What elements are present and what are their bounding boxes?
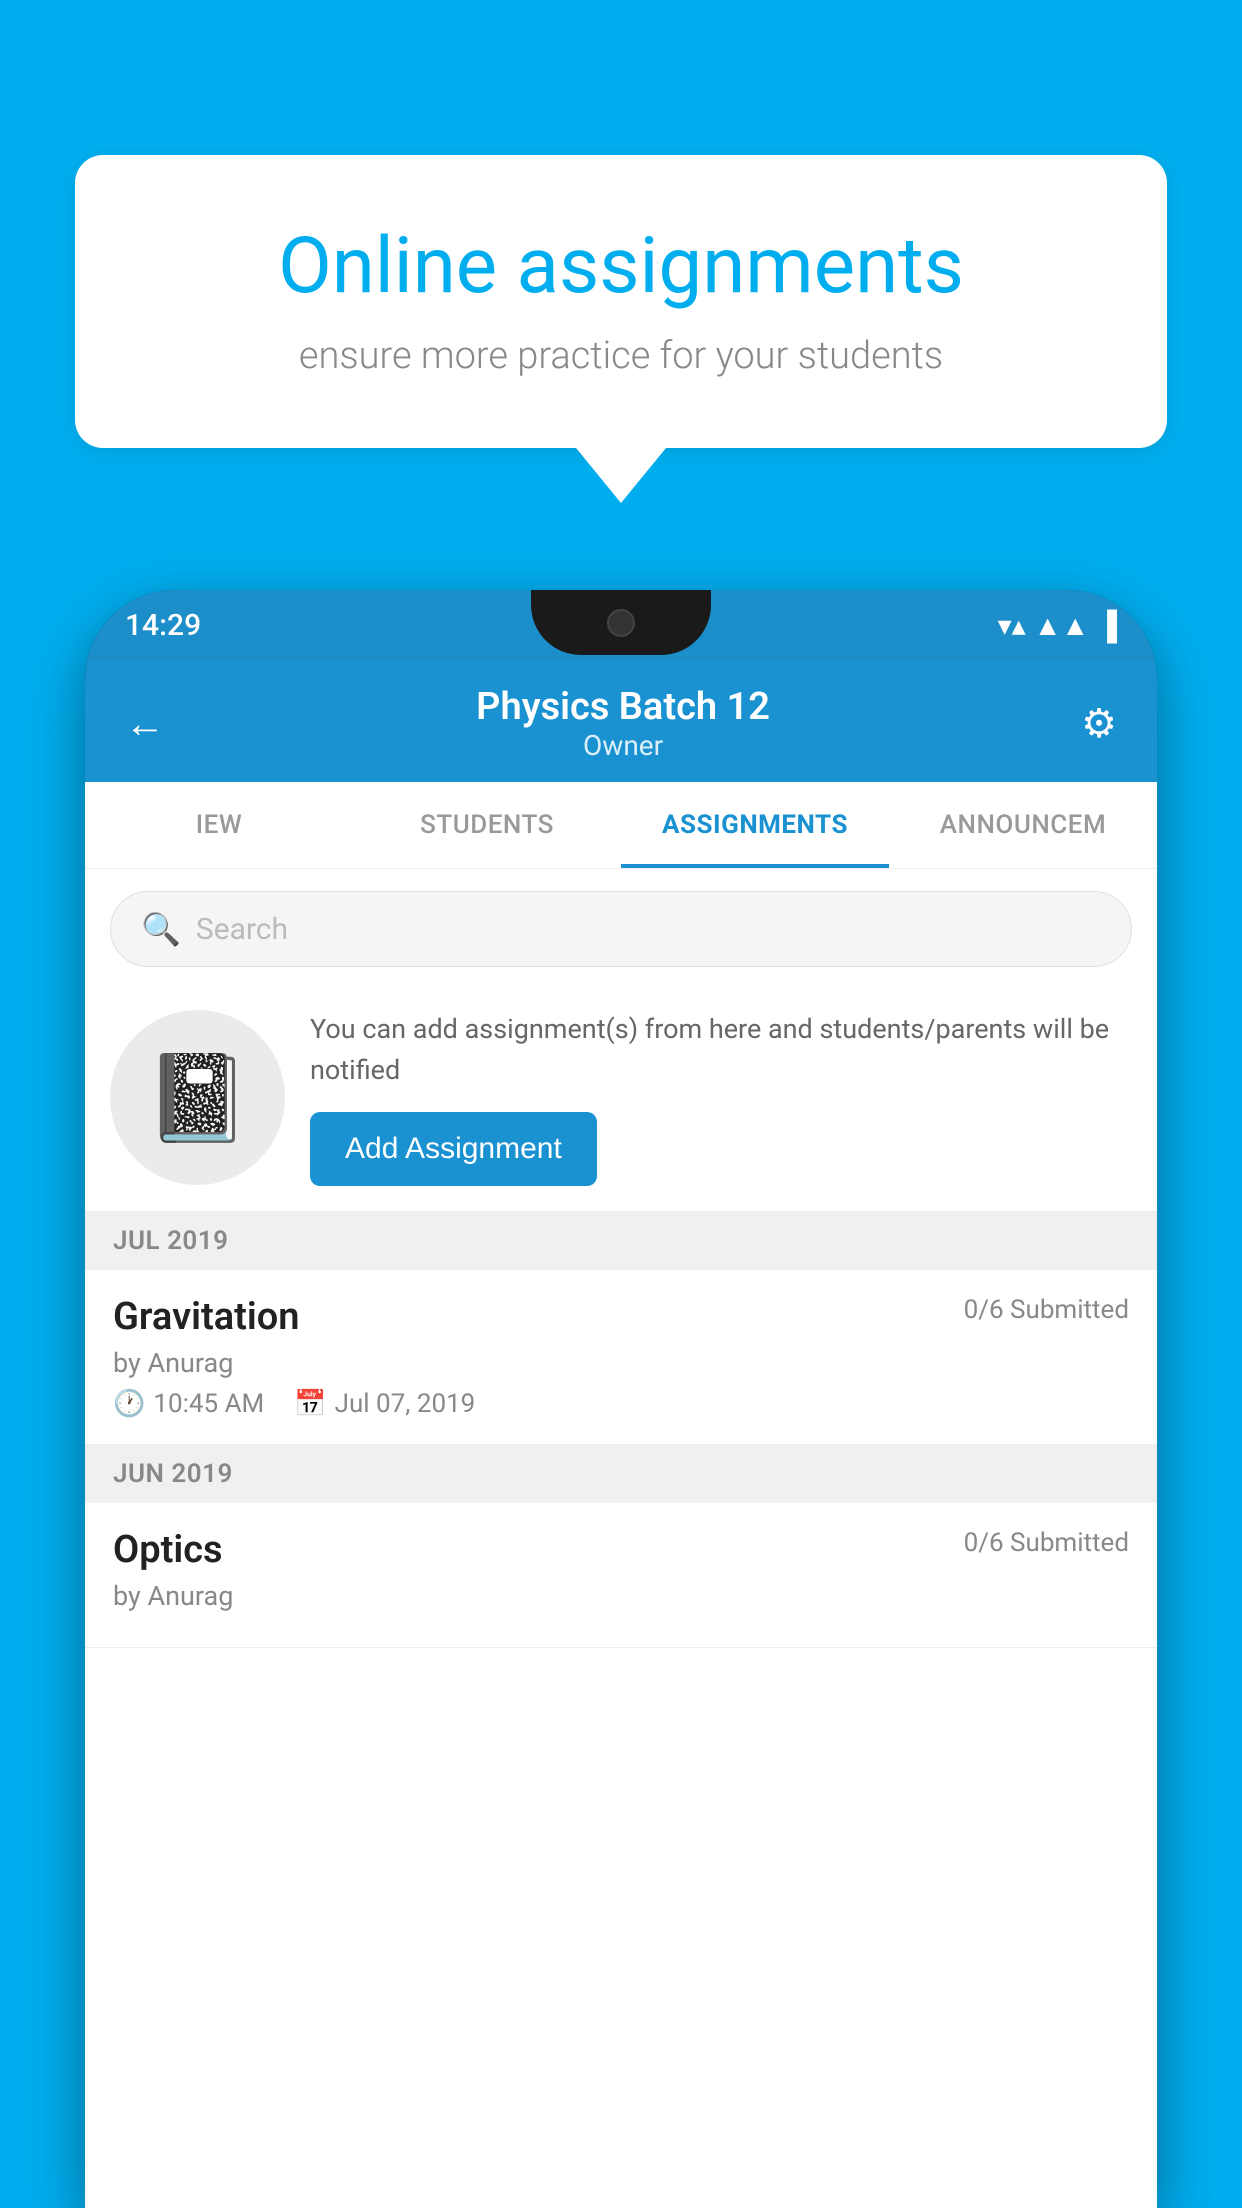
- speech-bubble-arrow: [576, 448, 666, 503]
- signal-icon: ▲▲: [1034, 609, 1089, 642]
- assignment-item-optics[interactable]: Optics 0/6 Submitted by Anurag: [85, 1503, 1157, 1648]
- notebook-icon: 📓: [145, 1048, 251, 1148]
- tab-iew[interactable]: IEW: [85, 782, 353, 868]
- phone-notch: [531, 590, 711, 655]
- back-arrow-icon[interactable]: ←: [125, 700, 165, 747]
- status-icons: ▾▴ ▲▲ ▐: [998, 609, 1117, 642]
- header-title-block: Physics Batch 12 Owner: [476, 685, 770, 762]
- calendar-icon: 📅: [294, 1389, 326, 1419]
- add-assignment-button[interactable]: Add Assignment: [310, 1112, 597, 1186]
- assignment-meta: 🕐 10:45 AM 📅 Jul 07, 2019: [113, 1389, 1129, 1419]
- speech-bubble-card: Online assignments ensure more practice …: [75, 155, 1167, 448]
- phone-content: 🔍 Search 📓 You can add assignment(s) fro…: [85, 869, 1157, 2208]
- assignment-author-optics: by Anurag: [113, 1580, 1129, 1612]
- tabs-bar: IEW STUDENTS ASSIGNMENTS ANNOUNCEM: [85, 782, 1157, 869]
- assignment-title: Gravitation: [113, 1295, 300, 1339]
- clock-icon: 🕐: [113, 1389, 145, 1419]
- batch-subtitle: Owner: [476, 729, 770, 762]
- promo-subtitle: ensure more practice for your students: [155, 334, 1087, 378]
- search-bar[interactable]: 🔍 Search: [110, 891, 1132, 967]
- assignment-submitted: 0/6 Submitted: [964, 1295, 1129, 1325]
- cta-icon-circle: 📓: [110, 1010, 285, 1185]
- cta-right: You can add assignment(s) from here and …: [310, 1009, 1132, 1186]
- assignment-item-top: Gravitation 0/6 Submitted: [113, 1295, 1129, 1339]
- assignment-author: by Anurag: [113, 1347, 1129, 1379]
- assignment-date-value: Jul 07, 2019: [335, 1389, 476, 1419]
- tab-assignments[interactable]: ASSIGNMENTS: [621, 782, 889, 868]
- assignment-time: 🕐 10:45 AM: [113, 1389, 264, 1419]
- tab-announcements[interactable]: ANNOUNCEM: [889, 782, 1157, 868]
- add-assignment-cta: 📓 You can add assignment(s) from here an…: [85, 989, 1157, 1212]
- cta-description: You can add assignment(s) from here and …: [310, 1009, 1132, 1090]
- tab-students[interactable]: STUDENTS: [353, 782, 621, 868]
- month-separator-jun: JUN 2019: [85, 1445, 1157, 1503]
- wifi-icon: ▾▴: [998, 609, 1026, 642]
- phone-frame: 14:29 ▾▴ ▲▲ ▐ ← Physics Batch 12 Owner ⚙…: [85, 590, 1157, 2208]
- assignment-time-value: 10:45 AM: [153, 1389, 264, 1419]
- search-icon: 🔍: [141, 910, 181, 948]
- assignment-item-gravitation[interactable]: Gravitation 0/6 Submitted by Anurag 🕐 10…: [85, 1270, 1157, 1445]
- status-time: 14:29: [125, 608, 201, 643]
- battery-icon: ▐: [1097, 609, 1117, 642]
- status-bar: 14:29 ▾▴ ▲▲ ▐: [85, 590, 1157, 660]
- assignment-date: 📅 Jul 07, 2019: [294, 1389, 475, 1419]
- assignment-title-optics: Optics: [113, 1528, 223, 1572]
- gear-icon[interactable]: ⚙: [1081, 700, 1117, 747]
- search-placeholder: Search: [196, 912, 288, 947]
- phone-camera: [607, 609, 635, 637]
- assignment-item-top-optics: Optics 0/6 Submitted: [113, 1528, 1129, 1572]
- promo-title: Online assignments: [155, 220, 1087, 314]
- app-header: ← Physics Batch 12 Owner ⚙: [85, 660, 1157, 782]
- promo-section: Online assignments ensure more practice …: [75, 155, 1167, 503]
- batch-title: Physics Batch 12: [476, 685, 770, 729]
- assignment-submitted-optics: 0/6 Submitted: [964, 1528, 1129, 1558]
- month-separator-jul: JUL 2019: [85, 1212, 1157, 1270]
